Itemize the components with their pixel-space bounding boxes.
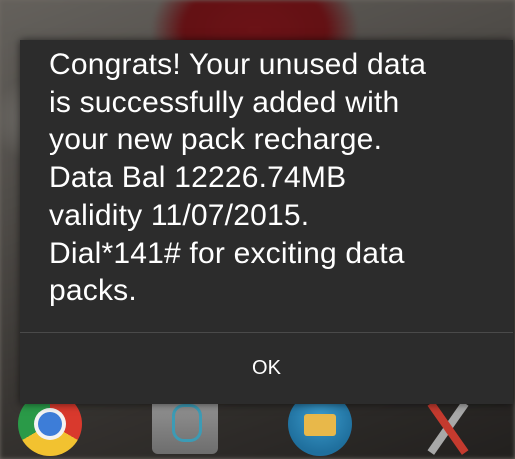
ussd-message-dialog: Congrats! Your unused data is successful… xyxy=(20,40,513,404)
ok-button[interactable]: OK xyxy=(20,333,513,404)
dialog-message: Congrats! Your unused data is successful… xyxy=(49,48,427,308)
tools-icon[interactable] xyxy=(418,398,478,458)
